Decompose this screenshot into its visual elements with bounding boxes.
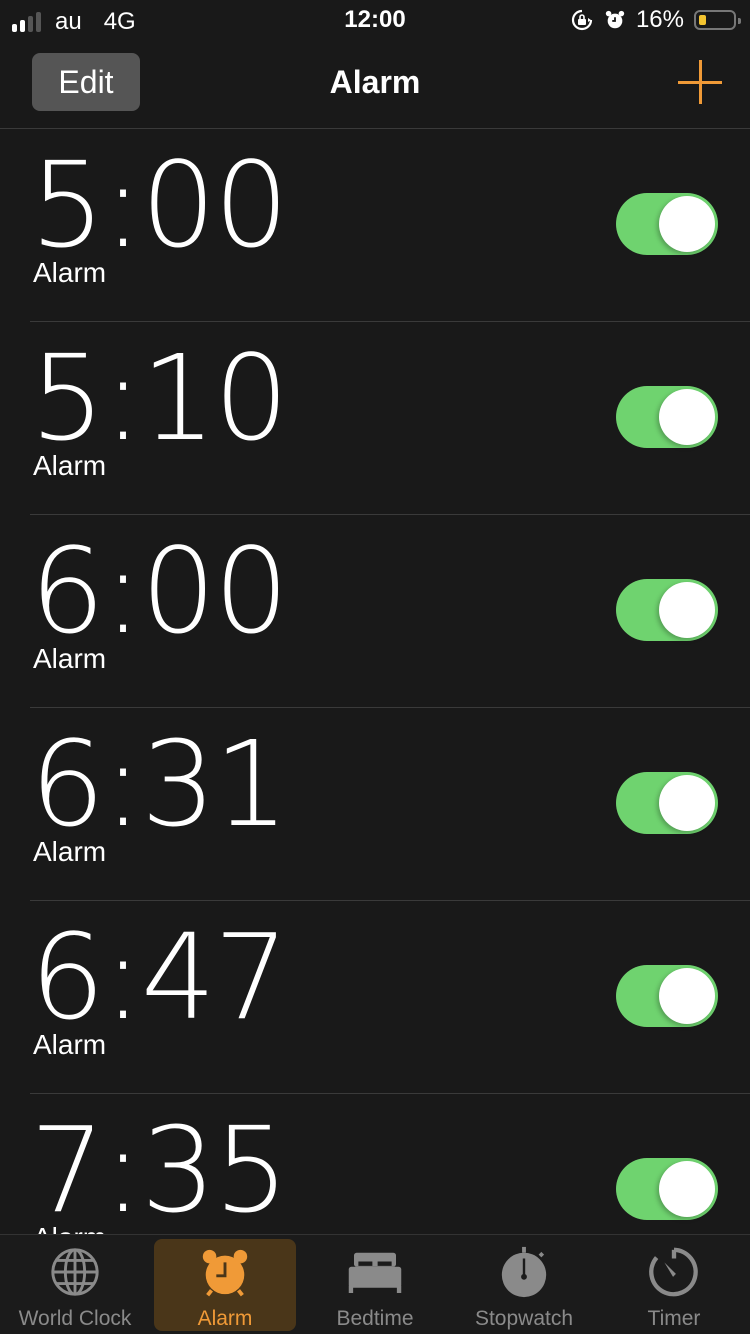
alarm-time: 5:00 bbox=[30, 136, 289, 274]
tab-bar: World Clock Alarm Bedtime Stopwatch Time… bbox=[0, 1234, 750, 1334]
alarm-label: Alarm bbox=[33, 1029, 107, 1060]
alarm-toggle[interactable] bbox=[616, 579, 718, 641]
alarm-toggle[interactable] bbox=[616, 965, 718, 1027]
alarm-label: Alarm bbox=[33, 836, 107, 867]
timer-icon bbox=[649, 1247, 698, 1297]
tab-bedtime[interactable]: Bedtime bbox=[304, 1239, 446, 1331]
toggle-knob bbox=[659, 582, 715, 638]
alarm-row[interactable]: 7:35 Alarm bbox=[0, 1094, 750, 1235]
tab-label: Bedtime bbox=[336, 1307, 414, 1330]
alarm-row[interactable]: 6:31 Alarm bbox=[0, 708, 750, 901]
toggle-knob bbox=[659, 196, 715, 252]
alarm-toggle[interactable] bbox=[616, 772, 718, 834]
tab-label: Stopwatch bbox=[474, 1307, 574, 1330]
tab-label: World Clock bbox=[18, 1307, 132, 1330]
stopwatch-icon bbox=[501, 1246, 547, 1298]
alarm-time: 6:31 bbox=[30, 715, 289, 853]
alarm-row[interactable]: 5:10 Alarm bbox=[0, 322, 750, 515]
alarm-clock-icon bbox=[605, 10, 625, 29]
alarm-time: 6:47 bbox=[30, 908, 289, 1046]
alarm-label: Alarm bbox=[33, 643, 107, 674]
alarm-toggle[interactable] bbox=[616, 193, 718, 255]
page-title: Alarm bbox=[329, 64, 421, 100]
battery-icon bbox=[694, 10, 741, 30]
tab-label: Timer bbox=[647, 1307, 701, 1330]
alarm-time: 7:35 bbox=[30, 1101, 289, 1235]
tab-world-clock[interactable]: World Clock bbox=[4, 1239, 146, 1331]
toggle-knob bbox=[659, 968, 715, 1024]
tab-alarm[interactable]: Alarm bbox=[154, 1239, 296, 1331]
alarm-clock-icon bbox=[202, 1249, 248, 1297]
toggle-knob bbox=[659, 1161, 715, 1217]
alarm-row[interactable]: 6:00 Alarm bbox=[0, 515, 750, 708]
bed-icon bbox=[348, 1252, 402, 1293]
add-alarm-button[interactable] bbox=[678, 60, 722, 104]
alarm-label: Alarm bbox=[33, 257, 107, 288]
alarm-time: 6:00 bbox=[30, 522, 289, 660]
status-bar: au 4G 12:00 16% bbox=[0, 0, 750, 40]
toggle-knob bbox=[659, 389, 715, 445]
alarm-time: 5:10 bbox=[30, 329, 289, 467]
battery-percent: 16% bbox=[635, 6, 684, 33]
toggle-knob bbox=[659, 775, 715, 831]
alarm-label: Alarm bbox=[33, 450, 107, 481]
navigation-bar: Edit Alarm bbox=[0, 40, 750, 129]
tab-stopwatch[interactable]: Stopwatch bbox=[453, 1239, 595, 1331]
tab-timer[interactable]: Timer bbox=[603, 1239, 745, 1331]
alarm-row[interactable]: 5:00 Alarm bbox=[0, 129, 750, 322]
tab-label: Alarm bbox=[197, 1307, 253, 1330]
alarm-toggle[interactable] bbox=[616, 386, 718, 448]
orientation-lock-icon bbox=[571, 9, 593, 31]
alarm-row[interactable]: 6:47 Alarm bbox=[0, 901, 750, 1094]
alarm-list: 5:00 Alarm 5:10 Alarm 6:00 Alarm 6:31 Al… bbox=[0, 129, 750, 1235]
globe-icon bbox=[51, 1248, 99, 1296]
alarm-toggle[interactable] bbox=[616, 1158, 718, 1220]
